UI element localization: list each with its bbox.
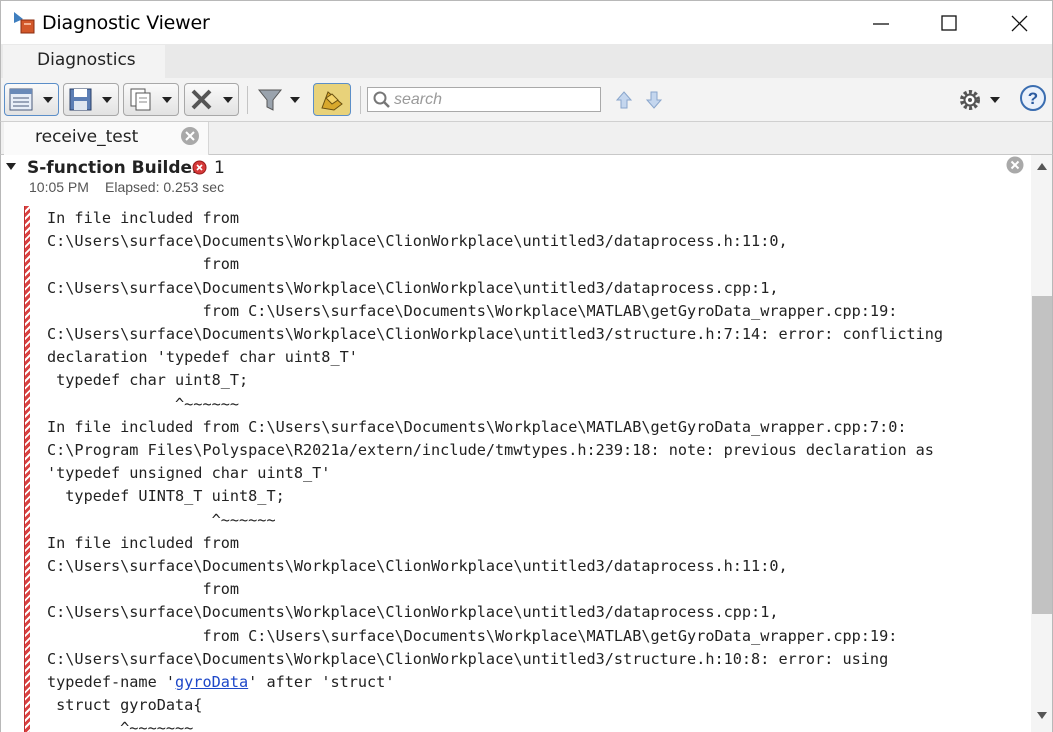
- toolbar: ?: [0, 78, 1053, 122]
- gear-icon: [960, 90, 1000, 110]
- toolbar-separator: [360, 86, 361, 114]
- filter-icon: [257, 89, 300, 111]
- log-tail-text: struct gyroData{ ^~~~~~~~: [56, 696, 203, 732]
- dismiss-group-icon[interactable]: [1005, 155, 1025, 175]
- copy-icon: [130, 88, 172, 111]
- highlight-button[interactable]: [313, 83, 351, 116]
- save-icon: [69, 88, 112, 111]
- ribbon-tab-strip: Diagnostics: [0, 44, 1053, 78]
- scroll-up-arrow-icon[interactable]: [1037, 163, 1047, 170]
- vertical-scrollbar[interactable]: [1031, 155, 1053, 732]
- previous-button[interactable]: [613, 89, 635, 111]
- diagnostic-message: In file included from C:\Users\surface\D…: [47, 207, 943, 732]
- settings-button[interactable]: [956, 86, 1006, 114]
- search-box[interactable]: [367, 87, 601, 112]
- next-button[interactable]: [643, 89, 665, 111]
- close-window-button[interactable]: [991, 1, 1047, 45]
- tab-receive-test[interactable]: receive_test: [4, 122, 209, 155]
- filter-button[interactable]: [254, 83, 306, 116]
- document-tab-strip: receive_test: [0, 122, 1053, 155]
- error-count: 1: [214, 158, 225, 178]
- log-text: In file included from C:\Users\surface\D…: [47, 209, 944, 668]
- maximize-button[interactable]: [921, 1, 977, 45]
- scroll-thumb[interactable]: [1032, 296, 1052, 614]
- tab-label: receive_test: [35, 127, 139, 147]
- window-title: Diagnostic Viewer: [42, 12, 210, 34]
- group-elapsed: Elapsed: 0.253 sec: [105, 179, 225, 195]
- minimize-icon: [873, 23, 889, 25]
- error-stripe: [24, 206, 30, 732]
- log-line-prefix: typedef-name ': [47, 673, 176, 692]
- help-icon: ?: [1020, 85, 1046, 111]
- next-arrow-icon: [645, 91, 663, 109]
- expand-collapse-icon: [9, 88, 53, 111]
- close-icon: [1011, 15, 1028, 32]
- group-title: S-function Builder: [27, 158, 201, 178]
- diagnostics-content: S-function Builder 1 10:05 PM Elapsed: 0…: [0, 155, 1031, 732]
- diagnostic-group-header[interactable]: S-function Builder 1 10:05 PM Elapsed: 0…: [1, 155, 1031, 201]
- gyrodata-link[interactable]: gyroData: [175, 673, 248, 691]
- copy-button[interactable]: [123, 83, 179, 116]
- maximize-icon: [941, 15, 957, 31]
- tab-diagnostics[interactable]: Diagnostics: [3, 45, 165, 78]
- group-time: 10:05 PM: [29, 179, 89, 195]
- error-icon: [192, 160, 207, 175]
- collapse-triangle-icon[interactable]: [5, 161, 17, 173]
- svg-text:?: ?: [1028, 89, 1038, 108]
- toolbar-separator: [247, 86, 248, 114]
- highlight-icon: [321, 91, 343, 111]
- search-icon: [373, 91, 390, 108]
- minimize-button[interactable]: [852, 1, 908, 45]
- view-options-button[interactable]: [4, 83, 59, 116]
- log-line-suffix: ' after 'struct': [248, 673, 395, 692]
- clear-button[interactable]: [184, 83, 239, 116]
- help-button[interactable]: ?: [1019, 84, 1047, 112]
- clear-icon: [191, 89, 233, 110]
- search-input[interactable]: [394, 90, 594, 110]
- save-button[interactable]: [63, 83, 119, 116]
- simulink-diagnostic-icon: [14, 12, 35, 34]
- title-bar: Diagnostic Viewer: [0, 0, 1053, 44]
- previous-arrow-icon: [615, 91, 633, 109]
- close-tab-icon[interactable]: [179, 125, 201, 147]
- scroll-down-arrow-icon[interactable]: [1037, 712, 1047, 719]
